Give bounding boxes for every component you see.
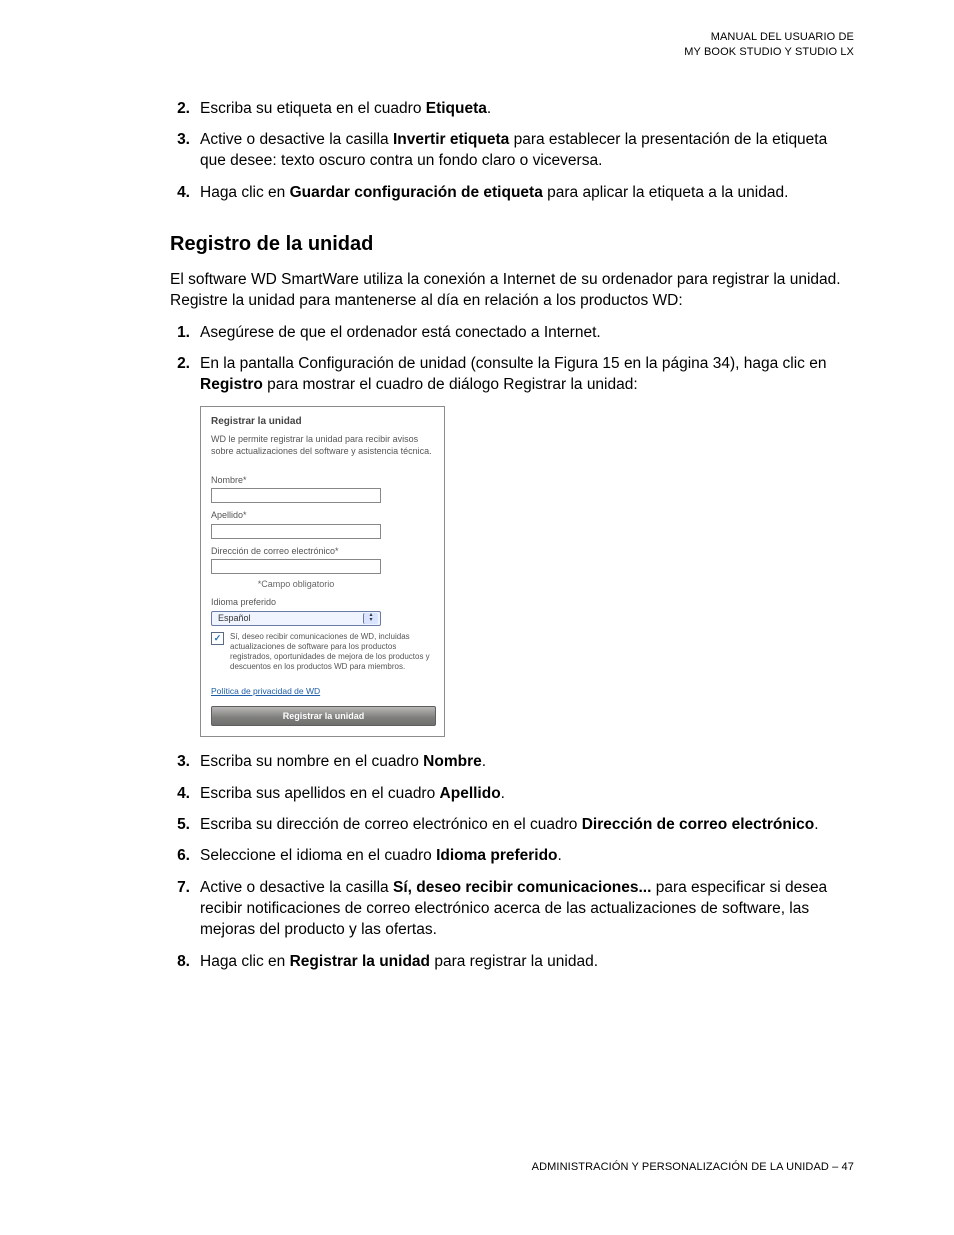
step-text: Active o desactive la casilla Sí, deseo … — [200, 877, 854, 941]
list-item: 7. Active o desactive la casilla Sí, des… — [170, 877, 854, 941]
step-text: Escriba sus apellidos en el cuadro Apell… — [200, 783, 854, 804]
registro-steps-part-a: 1. Asegúrese de que el ordenador está co… — [100, 322, 854, 396]
step-number: 6. — [170, 845, 190, 866]
registro-steps-part-b: 3. Escriba su nombre en el cuadro Nombre… — [100, 751, 854, 972]
register-button[interactable]: Registrar la unidad — [211, 706, 436, 726]
step-number: 2. — [170, 98, 190, 119]
step-text: Active o desactive la casilla Invertir e… — [200, 129, 854, 172]
step-text: Haga clic en Registrar la unidad para re… — [200, 951, 854, 972]
email-label: Dirección de correo electrónico* — [211, 545, 434, 557]
step-number: 7. — [170, 877, 190, 941]
list-item: 3. Active o desactive la casilla Inverti… — [170, 129, 854, 172]
page-content: 2. Escriba su etiqueta en el cuadro Etiq… — [100, 98, 854, 973]
header-line-1: MANUAL DEL USUARIO DE — [711, 31, 854, 43]
optin-row: ✓ Sí, deseo recibir comunicaciones de WD… — [211, 632, 434, 672]
list-item: 4. Haga clic en Guardar configuración de… — [170, 182, 854, 203]
list-item: 5. Escriba su dirección de correo electr… — [170, 814, 854, 835]
footer-text: ADMINISTRACIÓN Y PERSONALIZACIÓN DE LA U… — [532, 1161, 854, 1173]
required-note: *Campo obligatorio — [211, 578, 381, 590]
list-item: 2. Escriba su etiqueta en el cuadro Etiq… — [170, 98, 854, 119]
step-text: En la pantalla Configuración de unidad (… — [200, 353, 854, 396]
step-text: Seleccione el idioma en el cuadro Idioma… — [200, 845, 854, 866]
lastname-input[interactable] — [211, 524, 381, 539]
page-footer: ADMINISTRACIÓN Y PERSONALIZACIÓN DE LA U… — [532, 1161, 854, 1173]
section-intro: El software WD SmartWare utiliza la cone… — [170, 269, 854, 312]
privacy-policy-link[interactable]: Política de privacidad de WD — [211, 686, 320, 698]
step-text: Escriba su nombre en el cuadro Nombre. — [200, 751, 854, 772]
language-select[interactable]: Español ▴▾ — [211, 611, 381, 626]
optin-text: Sí, deseo recibir comunicaciones de WD, … — [230, 632, 434, 672]
step-number: 4. — [170, 182, 190, 203]
step-number: 1. — [170, 322, 190, 343]
step-number: 8. — [170, 951, 190, 972]
step-text: Escriba su dirección de correo electróni… — [200, 814, 854, 835]
register-button-label: Registrar la unidad — [283, 710, 365, 722]
step-text: Escriba su etiqueta en el cuadro Etiquet… — [200, 98, 854, 119]
register-dialog: Registrar la unidad WD le permite regist… — [200, 406, 445, 738]
list-item: 1. Asegúrese de que el ordenador está co… — [170, 322, 854, 343]
name-label: Nombre* — [211, 474, 434, 486]
language-label: Idioma preferido — [211, 596, 434, 608]
optin-checkbox[interactable]: ✓ — [211, 632, 224, 645]
chevron-updown-icon: ▴▾ — [363, 613, 378, 624]
dialog-description: WD le permite registrar la unidad para r… — [211, 434, 434, 457]
list-item: 2. En la pantalla Configuración de unida… — [170, 353, 854, 396]
list-item: 3. Escriba su nombre en el cuadro Nombre… — [170, 751, 854, 772]
step-number: 5. — [170, 814, 190, 835]
document-page: MANUAL DEL USUARIO DE MY BOOK STUDIO Y S… — [0, 0, 954, 1235]
header-line-2: MY BOOK STUDIO Y STUDIO LX — [684, 46, 854, 58]
step-number: 3. — [170, 129, 190, 172]
name-input[interactable] — [211, 488, 381, 503]
step-text: Haga clic en Guardar configuración de et… — [200, 182, 854, 203]
section-heading-registro: Registro de la unidad — [170, 231, 854, 259]
language-value: Español — [218, 612, 251, 624]
step-number: 2. — [170, 353, 190, 396]
step-text: Asegúrese de que el ordenador está conec… — [200, 322, 854, 343]
list-item: 8. Haga clic en Registrar la unidad para… — [170, 951, 854, 972]
dialog-title: Registrar la unidad — [211, 415, 434, 429]
list-item: 6. Seleccione el idioma en el cuadro Idi… — [170, 845, 854, 866]
lastname-label: Apellido* — [211, 509, 434, 521]
email-input[interactable] — [211, 559, 381, 574]
step-number: 4. — [170, 783, 190, 804]
step-number: 3. — [170, 751, 190, 772]
list-item: 4. Escriba sus apellidos en el cuadro Ap… — [170, 783, 854, 804]
etiqueta-steps: 2. Escriba su etiqueta en el cuadro Etiq… — [100, 98, 854, 204]
page-header: MANUAL DEL USUARIO DE MY BOOK STUDIO Y S… — [100, 30, 854, 60]
